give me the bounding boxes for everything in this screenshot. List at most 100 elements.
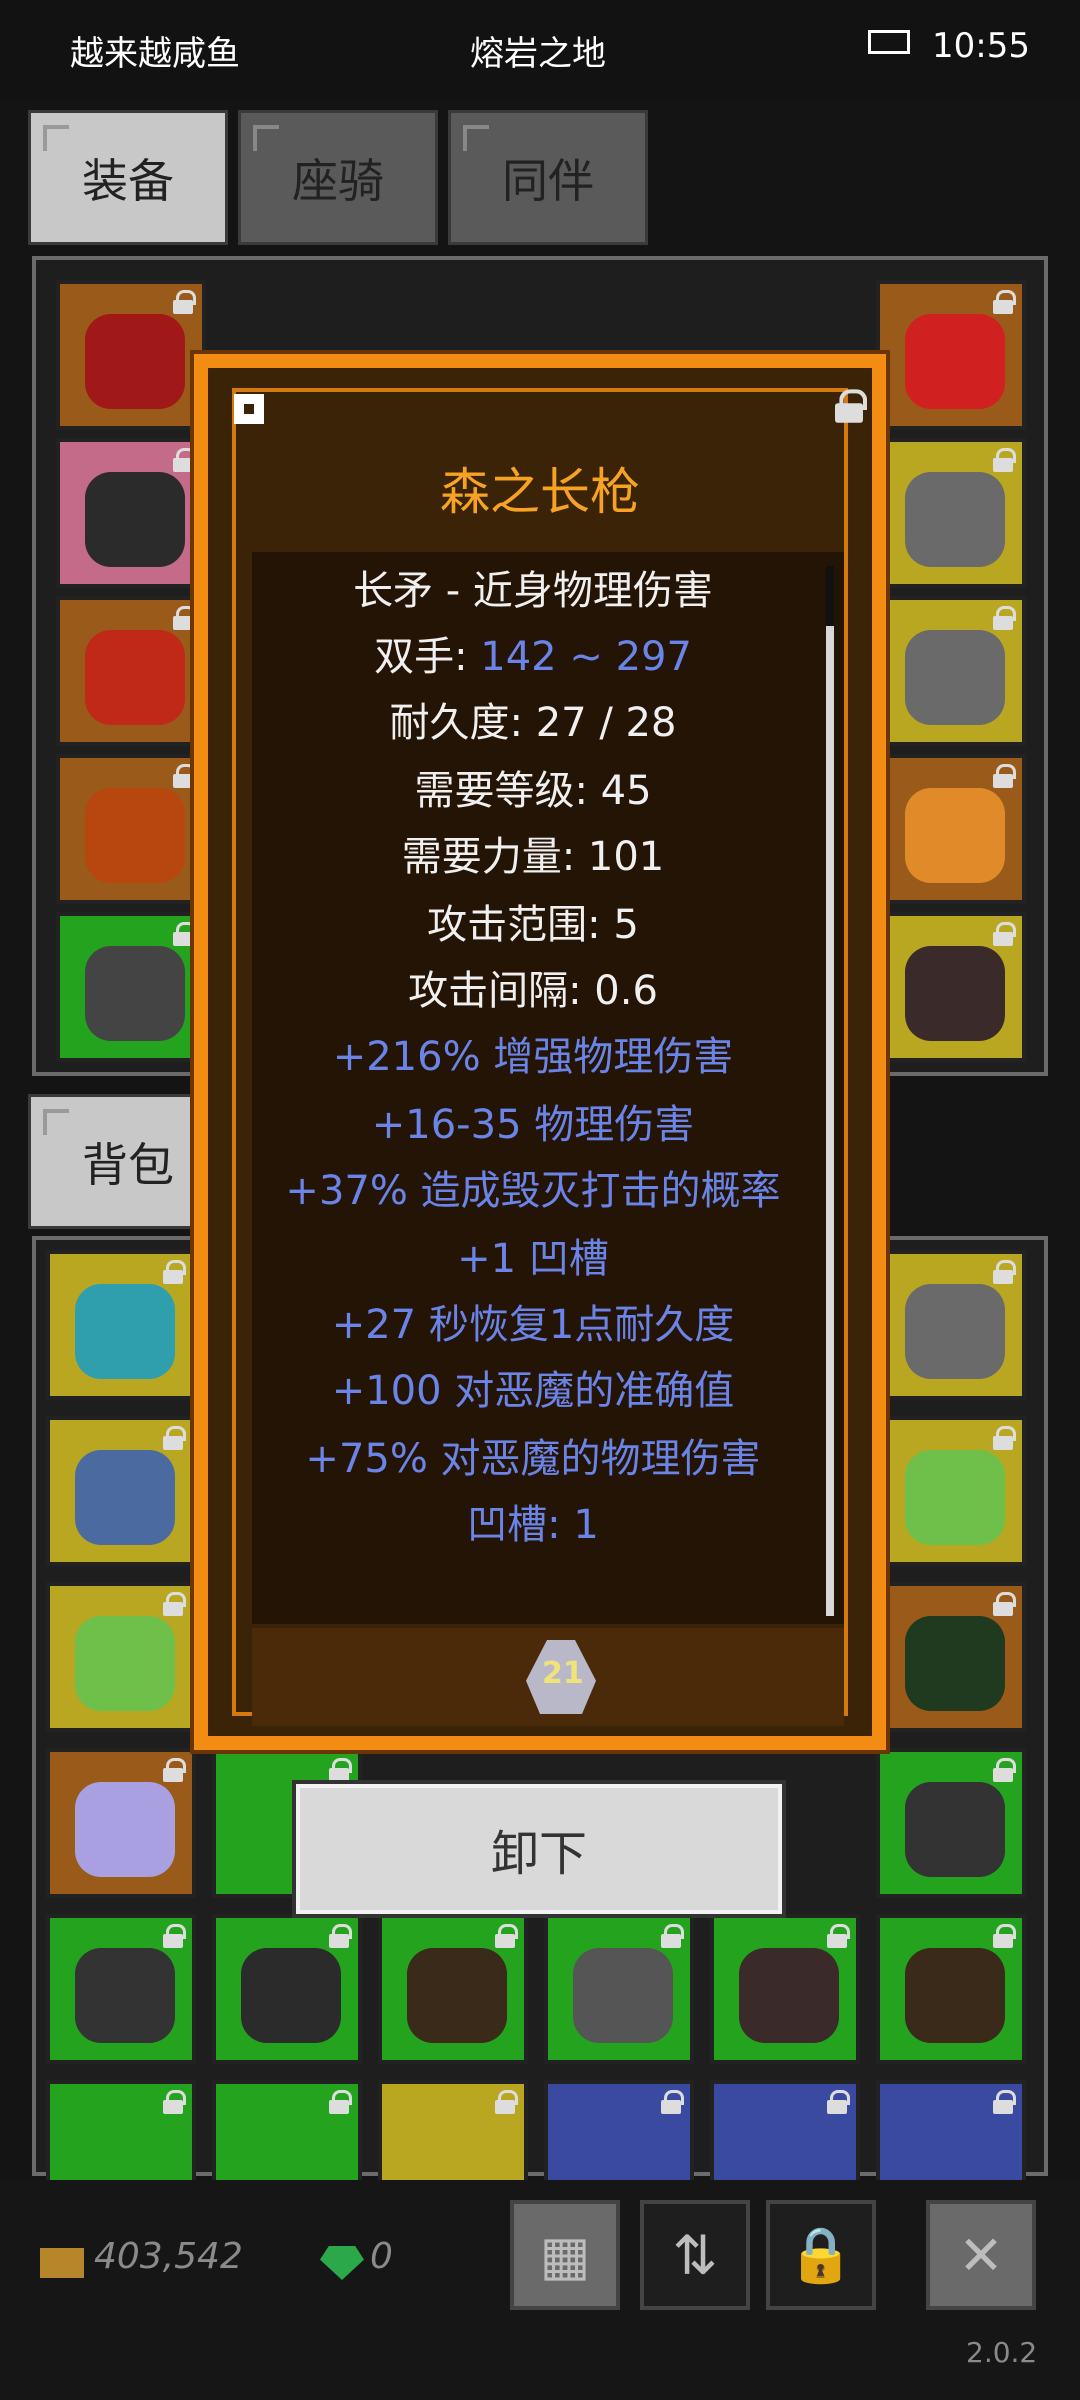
- lock-icon: [992, 290, 1016, 314]
- lock-button[interactable]: 🔒: [766, 2200, 876, 2310]
- item-icon: [75, 1948, 175, 2043]
- unequip-button[interactable]: 卸下: [296, 1784, 782, 1914]
- equip-slot-belt[interactable]: [56, 754, 206, 904]
- gold-icon: [40, 2248, 84, 2278]
- lock-icon: [992, 606, 1016, 630]
- lock-icon: [162, 1758, 186, 1782]
- inventory-slot[interactable]: [46, 1582, 196, 1732]
- amulet-icon: [85, 472, 185, 567]
- lock-icon: [992, 1758, 1016, 1782]
- inventory-slot[interactable]: [46, 1914, 196, 2064]
- stat-interval: 攻击间隔: 0.6: [408, 968, 658, 1014]
- gloves-icon: [85, 630, 185, 725]
- lock-icon: [172, 606, 196, 630]
- status-bar: 越来越咸鱼 熔岩之地 10:55: [0, 0, 1080, 100]
- item-icon: [241, 1948, 341, 2043]
- lock-icon: [660, 2090, 684, 2114]
- lock-icon: [162, 1260, 186, 1284]
- gem-amount: 0: [370, 2236, 393, 2277]
- stat-type: 长矛 - 近身物理伤害: [353, 568, 713, 614]
- inventory-slot[interactable]: [710, 1914, 860, 2064]
- lock-icon: [992, 1260, 1016, 1284]
- item-name: 森之长枪: [440, 463, 640, 521]
- version-label: 2.0.2: [966, 2336, 1038, 2369]
- ring-icon: [905, 314, 1005, 409]
- inventory-slot[interactable]: [378, 1914, 528, 2064]
- item-icon: [905, 1450, 1005, 1545]
- equip-slot-ring-3[interactable]: [876, 596, 1026, 746]
- stat-durability: 耐久度: 27 / 28: [389, 700, 677, 746]
- lock-icon: [328, 2090, 352, 2114]
- equip-slot-boots[interactable]: [56, 912, 206, 1062]
- tab-companion[interactable]: 同伴: [448, 110, 648, 245]
- item-icon: [573, 1948, 673, 2043]
- stat-damage-value: 142 ~ 297: [480, 634, 692, 680]
- equip-slot-ring-2[interactable]: [876, 438, 1026, 588]
- lock-icon: [162, 1426, 186, 1450]
- lock-icon: [162, 2090, 186, 2114]
- item-icon: [75, 1450, 175, 1545]
- item-icon: [75, 1782, 175, 1877]
- stat-damage: 双手: 142 ~ 297: [252, 624, 814, 682]
- inventory-slot[interactable]: [876, 1914, 1026, 2064]
- equip-slot-armor[interactable]: [876, 912, 1026, 1062]
- affix-line: +1 凹槽: [457, 1236, 609, 1282]
- lock-icon: [172, 290, 196, 314]
- equip-slot-ring-1[interactable]: [876, 280, 1026, 430]
- lock-icon: [992, 1592, 1016, 1616]
- equip-slot-gloves[interactable]: [56, 596, 206, 746]
- lock-icon: [826, 1924, 850, 1948]
- inventory-slot[interactable]: [212, 1914, 362, 2064]
- boots-icon: [85, 946, 185, 1041]
- inventory-slot[interactable]: [876, 1582, 1026, 1732]
- inventory-slot[interactable]: [46, 1250, 196, 1400]
- swap-button[interactable]: ⇅: [640, 2200, 750, 2310]
- tab-label: 同伴: [502, 153, 594, 208]
- lock-icon: [494, 2090, 518, 2114]
- close-button[interactable]: ✕: [926, 2200, 1036, 2310]
- armor-icon: [905, 946, 1005, 1041]
- lock-icon: [660, 1924, 684, 1948]
- item-icon: [75, 1284, 175, 1379]
- ornament-square-icon: [234, 394, 264, 424]
- equip-slot-helmet[interactable]: [56, 280, 206, 430]
- item-icon: [905, 1284, 1005, 1379]
- item-icon: [905, 1948, 1005, 2043]
- tab-mount[interactable]: 座骑: [238, 110, 438, 245]
- helmet-icon: [85, 314, 185, 409]
- item-icon: [75, 1616, 175, 1711]
- item-tooltip: 森之长枪 长矛 - 近身物理伤害 双手: 142 ~ 297 耐久度: 27 /…: [194, 354, 886, 1750]
- affix-line: +75% 对恶魔的物理伤害: [305, 1436, 761, 1482]
- tab-label: 装备: [82, 153, 174, 208]
- inventory-slot[interactable]: [46, 1416, 196, 1566]
- equip-slot-charm[interactable]: [876, 754, 1026, 904]
- lock-icon: [172, 764, 196, 788]
- charm-icon: [905, 788, 1005, 883]
- stat-damage-label: 双手:: [374, 634, 481, 680]
- tab-label: 座骑: [292, 153, 384, 208]
- scrollbar-track[interactable]: [826, 566, 834, 1616]
- lock-icon: [992, 922, 1016, 946]
- inventory-slot[interactable]: [544, 1914, 694, 2064]
- inventory-slot[interactable]: [46, 1748, 196, 1898]
- item-stats: 长矛 - 近身物理伤害 双手: 142 ~ 297 耐久度: 27 / 28 需…: [252, 552, 844, 1624]
- lock-icon[interactable]: [834, 389, 868, 423]
- equip-slot-amulet[interactable]: [56, 438, 206, 588]
- inventory-slot[interactable]: [876, 1748, 1026, 1898]
- location-title: 熔岩之地: [470, 34, 606, 74]
- unequip-label: 卸下: [490, 1826, 587, 1882]
- affix-line: +37% 造成毁灭打击的概率: [285, 1168, 781, 1214]
- lock-icon: [494, 1924, 518, 1948]
- status-left-text: 越来越咸鱼: [70, 34, 240, 74]
- scrollbar-thumb[interactable]: [826, 566, 834, 626]
- tab-label: 背包: [82, 1137, 174, 1192]
- lock-icon: [328, 1758, 352, 1782]
- grid-sort-button[interactable]: ▦: [510, 2200, 620, 2310]
- clock: 10:55: [932, 26, 1030, 66]
- tab-equipment[interactable]: 装备: [28, 110, 228, 245]
- lock-icon: [328, 1924, 352, 1948]
- item-icon: [905, 1782, 1005, 1877]
- item-icon: [739, 1948, 839, 2043]
- inventory-slot[interactable]: [876, 1250, 1026, 1400]
- inventory-slot[interactable]: [876, 1416, 1026, 1566]
